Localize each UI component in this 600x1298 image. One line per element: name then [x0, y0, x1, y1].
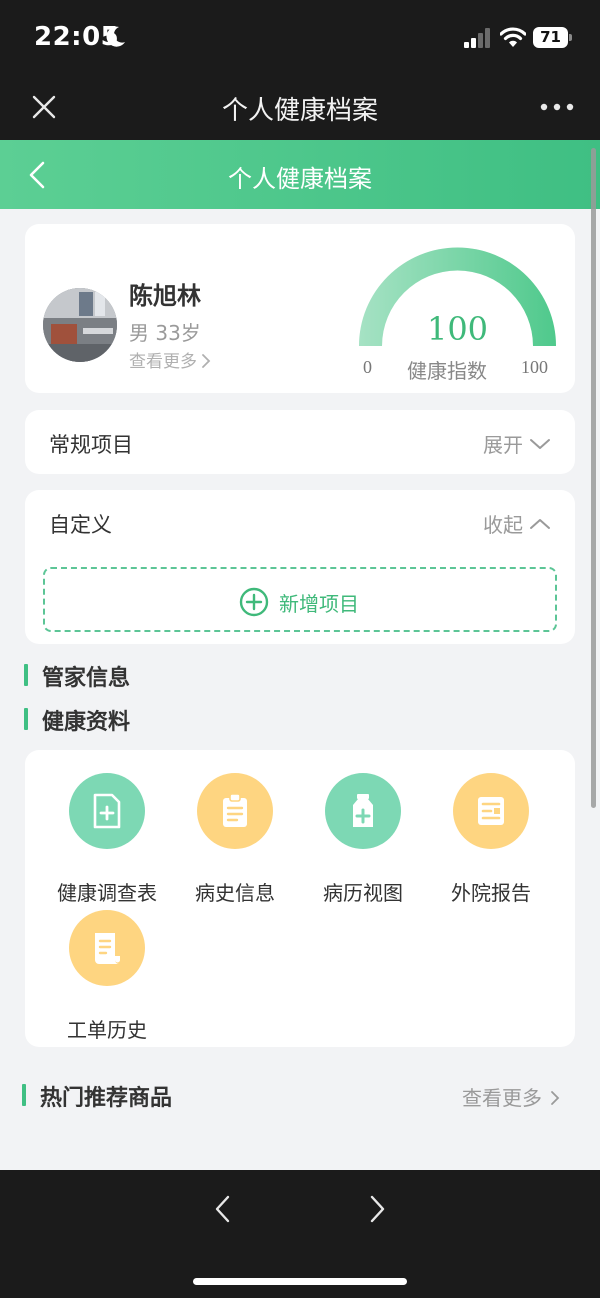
profile-more-link[interactable]: 查看更多 — [129, 347, 211, 372]
add-item-button[interactable]: 新增项目 — [43, 567, 557, 632]
avatar[interactable] — [43, 288, 117, 362]
add-item-label: 新增项目 — [279, 592, 359, 616]
regular-items-title: 常规项目 — [49, 433, 133, 457]
tile-work-order-history[interactable]: 工单历史 — [47, 897, 167, 1042]
products-more-link[interactable]: 查看更多 — [462, 1082, 560, 1111]
home-indicator[interactable] — [193, 1278, 407, 1285]
plus-circle-icon — [239, 587, 269, 617]
regular-items-header[interactable]: 常规项目 展开 — [25, 410, 575, 474]
tile-health-survey[interactable]: 健康调查表 — [47, 760, 167, 905]
hot-products-title: 热门推荐商品 — [40, 1086, 173, 1111]
work-order-history-icon — [69, 910, 145, 986]
health-materials-card: 健康调查表 病史信息 病历视图 外院报告 工单历史 — [25, 750, 575, 1047]
chevron-down-icon — [530, 439, 550, 449]
gauge-max-label: 100 — [521, 357, 548, 377]
profile-more-label: 查看更多 — [129, 352, 197, 372]
battery-icon: 71 — [533, 27, 572, 48]
avatar-photo — [43, 288, 117, 362]
medical-record-icon — [325, 773, 401, 849]
collapse-label: 收起 — [483, 513, 523, 537]
products-more-label: 查看更多 — [462, 1086, 542, 1110]
battery-tip — [569, 34, 572, 41]
browser-back-icon[interactable] — [212, 1194, 232, 1224]
medical-history-icon — [197, 773, 273, 849]
scrollbar[interactable] — [591, 148, 596, 808]
nav-header: 个人健康档案 — [0, 140, 600, 209]
heading-accent-bar — [22, 1084, 26, 1106]
heading-accent-bar — [24, 708, 28, 730]
tile-label: 病史信息 — [195, 881, 275, 905]
status-bar: 22:05 71 — [0, 0, 600, 76]
heading-accent-bar — [24, 664, 28, 686]
health-survey-icon — [69, 773, 145, 849]
user-name: 陈旭林 — [129, 282, 201, 310]
page-content: 个人健康档案 陈旭林 男 33岁 查看更多 100 0 健康指数 100 常规项… — [0, 140, 600, 1170]
custom-header[interactable]: 自定义 收起 — [25, 490, 575, 554]
external-report-icon — [453, 773, 529, 849]
battery-level: 71 — [533, 27, 568, 48]
regular-items-section: 常规项目 展开 — [25, 410, 575, 474]
tile-external-report[interactable]: 外院报告 — [431, 760, 551, 905]
signal-icon — [464, 28, 490, 48]
health-index-value: 100 — [426, 310, 489, 348]
chevron-right-icon — [551, 1091, 560, 1105]
steward-info-title: 管家信息 — [42, 666, 131, 691]
custom-section: 自定义 收起 新增项目 — [25, 490, 575, 644]
custom-toggle[interactable]: 收起 — [483, 509, 551, 538]
chevron-up-icon — [530, 519, 550, 529]
health-materials-title: 健康资料 — [42, 710, 131, 735]
expand-label: 展开 — [483, 433, 523, 457]
app-title-bar: 个人健康档案 — [0, 76, 600, 140]
moon-icon — [106, 26, 125, 47]
profile-card: 陈旭林 男 33岁 查看更多 100 0 健康指数 100 — [25, 224, 575, 393]
page-title: 个人健康档案 — [228, 165, 372, 193]
browser-forward-icon[interactable] — [368, 1194, 388, 1224]
chevron-right-icon — [202, 354, 211, 368]
user-info: 男 33岁 — [129, 321, 201, 345]
wifi-icon — [500, 27, 526, 47]
tile-label: 工单历史 — [67, 1018, 147, 1042]
tile-label: 外院报告 — [451, 881, 531, 905]
tile-label: 病历视图 — [323, 881, 403, 905]
regular-items-toggle[interactable]: 展开 — [483, 429, 551, 458]
tile-medical-record[interactable]: 病历视图 — [303, 760, 423, 905]
custom-title: 自定义 — [49, 513, 112, 537]
health-index-gauge: 100 0 健康指数 100 — [355, 244, 560, 384]
tile-medical-history[interactable]: 病史信息 — [175, 760, 295, 905]
browser-bottom-bar — [0, 1170, 600, 1298]
app-title: 个人健康档案 — [221, 96, 378, 126]
gauge-min-label: 0 — [363, 357, 372, 377]
more-options-icon[interactable] — [540, 102, 574, 112]
health-index-label: 健康指数 — [407, 359, 487, 383]
